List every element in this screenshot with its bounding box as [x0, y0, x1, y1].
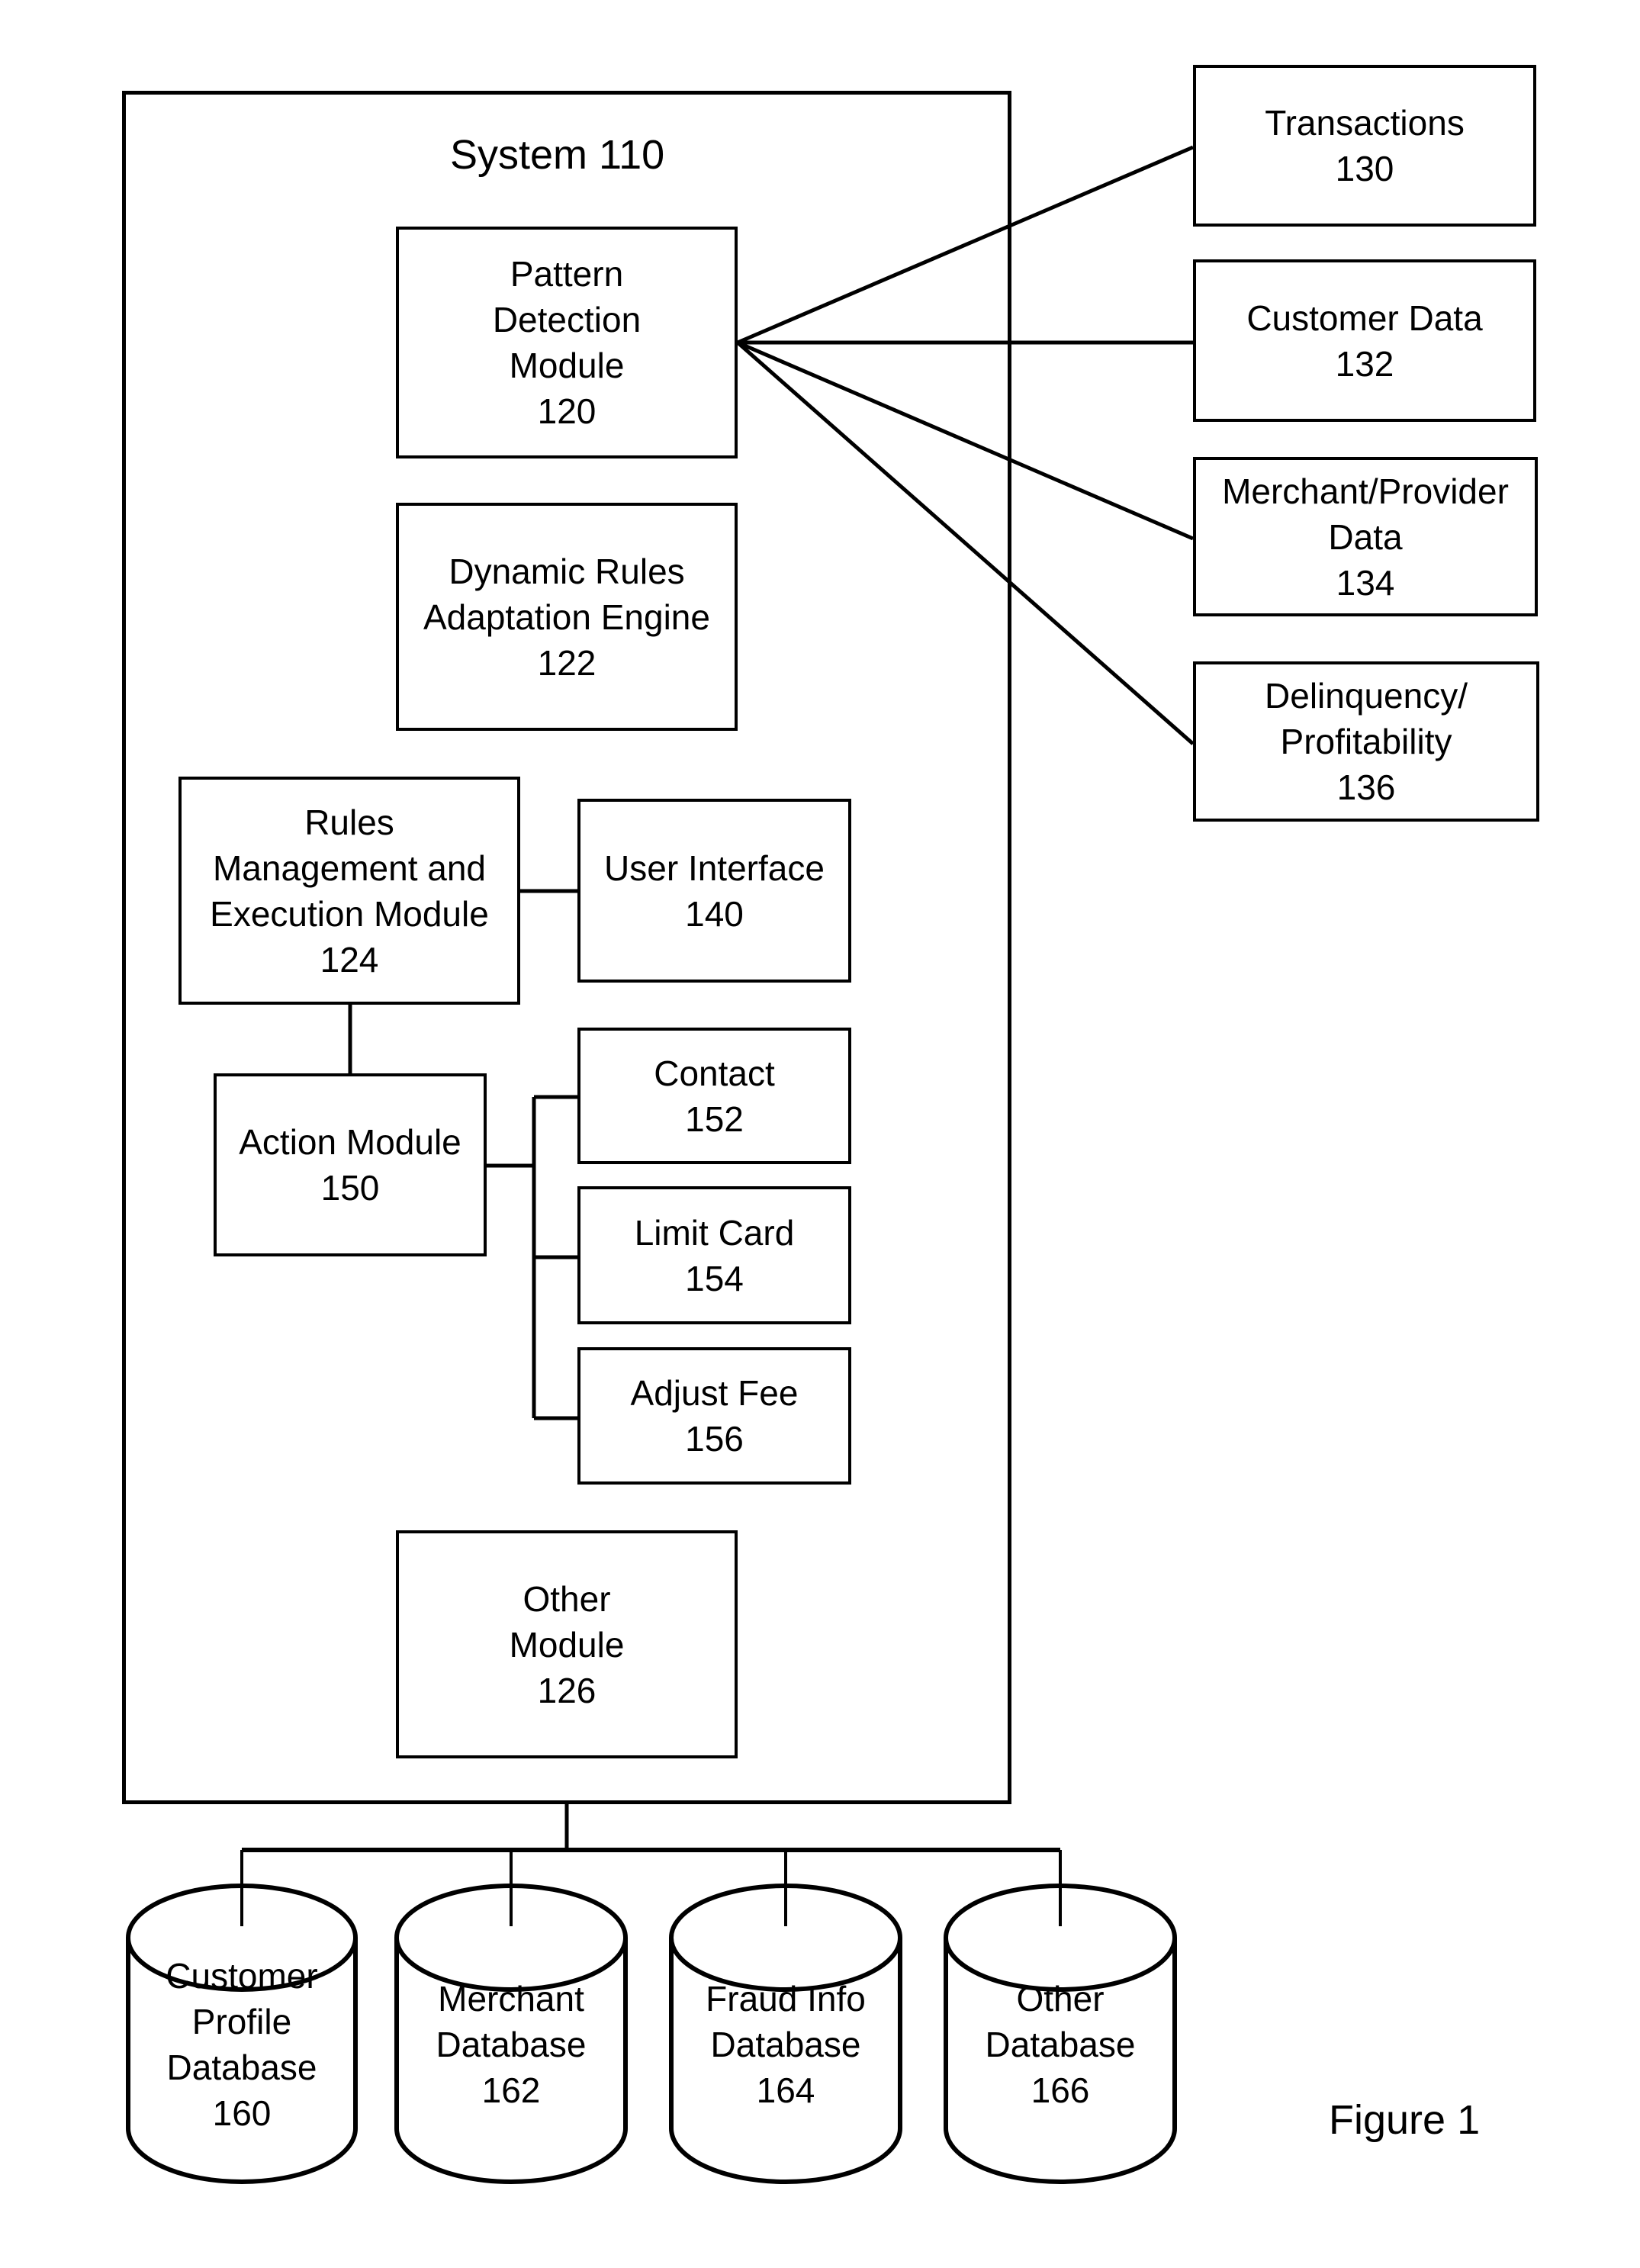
db-label-line: Merchant — [438, 1979, 584, 2019]
module-number: 154 — [685, 1258, 744, 1298]
db-label-line: Database — [436, 2025, 587, 2064]
source-number: 132 — [1335, 343, 1394, 384]
module-label: Other — [523, 1578, 611, 1619]
rules-management-module[interactable]: Rules Management and Execution Module 12… — [178, 777, 520, 1005]
db-label-line: Other — [1016, 1979, 1105, 2019]
system-title: System 110 — [450, 132, 665, 178]
db-number: 162 — [481, 2070, 541, 2110]
module-number: 122 — [537, 642, 597, 683]
source-label: Merchant/Provider — [1222, 471, 1509, 511]
source-number: 130 — [1335, 149, 1394, 188]
other-module[interactable]: Other Module 126 — [396, 1530, 738, 1758]
module-label: Adjust Fee — [630, 1373, 799, 1413]
module-label: User Interface — [604, 848, 825, 888]
adjust-fee-action[interactable]: Adjust Fee 156 — [577, 1347, 851, 1485]
module-label: Module — [509, 1624, 625, 1665]
merchant-provider-data-source[interactable]: Merchant/Provider Data 134 — [1193, 457, 1538, 616]
module-number: 150 — [320, 1168, 380, 1208]
db-label-line: Profile — [191, 2002, 292, 2041]
module-label: Limit Card — [634, 1212, 795, 1253]
limit-card-action[interactable]: Limit Card 154 — [577, 1186, 851, 1324]
module-label: Pattern — [510, 254, 624, 294]
module-label: Execution Module — [210, 893, 489, 934]
module-number: 126 — [537, 1670, 597, 1710]
module-label: Management and — [212, 848, 487, 888]
module-label: Contact — [654, 1053, 775, 1093]
db-label-line: Database — [166, 2048, 317, 2087]
module-label: Detection — [492, 300, 642, 339]
action-module[interactable]: Action Module 150 — [214, 1073, 487, 1256]
module-number: 140 — [685, 893, 744, 934]
customer-data-source[interactable]: Customer Data 132 — [1193, 259, 1536, 422]
merchant-database[interactable]: Merchant Database 162 — [397, 1976, 625, 2113]
transactions-source[interactable]: Transactions 130 — [1193, 65, 1536, 227]
source-label: Delinquency/ — [1265, 676, 1468, 716]
module-label: Adaptation Engine — [423, 597, 710, 637]
customer-profile-database[interactable]: Customer Profile Database 160 — [128, 1953, 355, 2136]
source-number: 134 — [1336, 562, 1395, 603]
source-label: Data — [1328, 516, 1403, 557]
source-label: Customer Data — [1246, 298, 1483, 338]
module-number: 120 — [537, 391, 597, 431]
figure-label: Figure 1 — [1329, 2097, 1481, 2143]
module-label: Rules — [304, 802, 394, 842]
db-number: 164 — [756, 2070, 815, 2110]
user-interface-module[interactable]: User Interface 140 — [577, 799, 851, 983]
module-number: 152 — [685, 1099, 744, 1139]
dynamic-rules-engine[interactable]: Dynamic Rules Adaptation Engine 122 — [396, 503, 738, 731]
db-label-line: Customer — [166, 1956, 318, 1996]
source-label: Transactions — [1265, 103, 1465, 143]
db-label-line: Fraud Info — [706, 1979, 866, 2019]
pattern-detection-module[interactable]: Pattern Detection Module 120 — [396, 227, 738, 458]
db-label-line: Database — [985, 2025, 1136, 2064]
module-label: Module — [509, 346, 625, 385]
delinquency-profitability-source[interactable]: Delinquency/ Profitability 136 — [1193, 661, 1539, 822]
module-label: Dynamic Rules — [449, 551, 685, 591]
module-number: 124 — [320, 939, 379, 980]
other-database[interactable]: Other Database 166 — [946, 1976, 1175, 2113]
module-number: 156 — [685, 1419, 744, 1459]
db-label-line: Database — [710, 2025, 861, 2064]
db-number: 160 — [212, 2093, 272, 2133]
source-number: 136 — [1336, 767, 1396, 807]
module-label: Action Module — [239, 1122, 461, 1162]
source-label: Profitability — [1280, 722, 1452, 761]
fraud-info-database[interactable]: Fraud Info Database 164 — [671, 1976, 900, 2113]
db-number: 166 — [1031, 2070, 1090, 2110]
contact-action[interactable]: Contact 152 — [577, 1028, 851, 1164]
